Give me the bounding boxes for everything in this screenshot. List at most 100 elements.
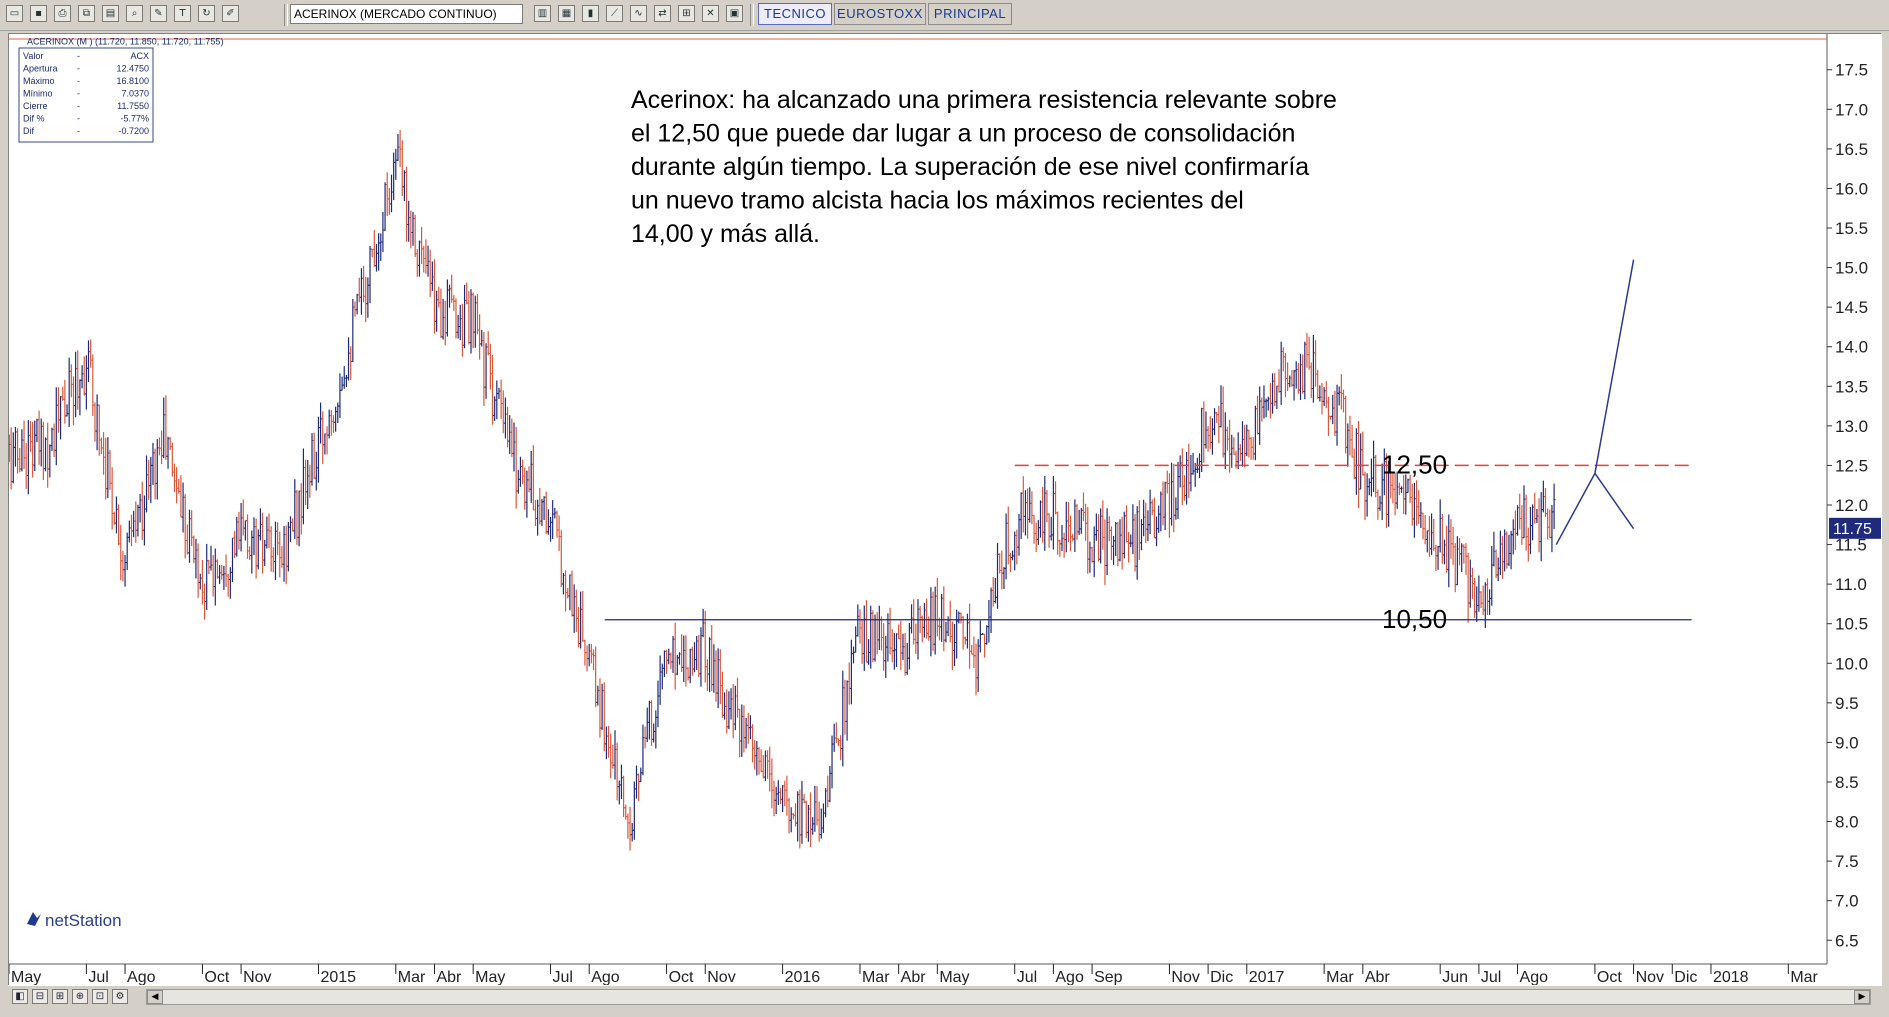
- info-row-value: -0.7200: [118, 126, 149, 136]
- bar-chart-icon[interactable]: ▮: [582, 5, 599, 22]
- zoom-fit-icon[interactable]: ⊡: [92, 989, 108, 1004]
- y-tick-label: 7.5: [1835, 852, 1859, 871]
- y-tick-label: 16.5: [1835, 140, 1868, 159]
- zoom-in-icon[interactable]: ⊞: [52, 989, 68, 1004]
- info-row-label: Dif: [23, 126, 34, 136]
- projection-line: [1555, 259, 1635, 545]
- info-row-label: Valor: [23, 51, 43, 61]
- brand-text: netStation: [45, 911, 122, 930]
- info-row-label: Dif %: [23, 114, 45, 124]
- x-tick-label: Mar: [1326, 969, 1354, 986]
- x-axis: May Jul Ago Oct Nov 2015 Mar Abr May Jul Ago Oct Nov…: [9, 964, 1819, 986]
- x-tick-label: Jul: [1017, 969, 1037, 986]
- indicator-icon[interactable]: ∿: [630, 5, 647, 22]
- annotation-line: durante algún tiempo. La superación de e…: [631, 153, 1309, 181]
- toolbar-separator: [284, 4, 288, 26]
- x-tick-label: Oct: [1597, 969, 1622, 986]
- info-row-label: Mínimo: [23, 89, 53, 99]
- info-row-value: -5.77%: [120, 114, 149, 124]
- x-tick-label: Jul: [88, 969, 108, 986]
- info-row-label: Máximo: [23, 76, 55, 86]
- window-icon[interactable]: ▣: [726, 5, 743, 22]
- annotation-line: Acerinox: ha alcanzado una primera resis…: [631, 86, 1337, 114]
- x-tick-label: Oct: [669, 969, 694, 986]
- support-label: 10,50: [1382, 604, 1447, 634]
- zoom-out-icon[interactable]: ◧: [12, 989, 28, 1004]
- info-row-dash: -: [77, 126, 80, 136]
- info-row-value: 7.0370: [121, 89, 149, 99]
- y-tick-label: 8.5: [1835, 773, 1859, 792]
- x-tick-label: 2018: [1713, 969, 1749, 986]
- info-row-dash: -: [77, 76, 80, 86]
- candlestick-icon[interactable]: ⊞: [678, 5, 695, 22]
- copy-icon[interactable]: ⧉: [78, 5, 95, 22]
- y-tick-label: 10.0: [1835, 654, 1868, 673]
- y-tick-label: 17.0: [1835, 100, 1868, 119]
- projection-pullback-line: [1594, 472, 1635, 530]
- tools-icon[interactable]: ✎: [150, 5, 167, 22]
- info-row-value: ACX: [130, 51, 149, 61]
- annotation-line: un nuevo tramo alcista hacia los máximos…: [631, 187, 1244, 215]
- resistance-label: 12,50: [1382, 449, 1447, 479]
- symbol-field[interactable]: ACERINOX (MERCADO CONTINUO): [290, 4, 523, 24]
- x-tick-label: May: [939, 969, 969, 986]
- table-icon[interactable]: ▦: [558, 5, 575, 22]
- font-icon[interactable]: T: [174, 5, 191, 22]
- y-tick-label: 7.0: [1835, 892, 1859, 911]
- toolbar-separator: [750, 4, 754, 26]
- y-tick-label: 15.0: [1835, 259, 1868, 278]
- compare-icon[interactable]: ⇄: [654, 5, 671, 22]
- paste-icon[interactable]: ▤: [102, 5, 119, 22]
- y-tick-label: 9.0: [1835, 733, 1859, 752]
- chart-type-icon[interactable]: ▥: [534, 5, 551, 22]
- y-tick-label: 10.5: [1835, 615, 1868, 634]
- x-tick-label: May: [11, 969, 41, 986]
- info-table: Valor - ACX Apertura - 12.4750 Máximo - 16.8100 M…: [18, 47, 154, 143]
- x-tick-label: Nov: [1636, 969, 1664, 986]
- x-tick-label: Jul: [1481, 969, 1501, 986]
- search-icon[interactable]: ⌕: [126, 5, 143, 22]
- x-tick-label: Jun: [1442, 969, 1468, 986]
- tab-principal[interactable]: PRINCIPAL: [928, 3, 1012, 25]
- close-icon[interactable]: ✕: [702, 5, 719, 22]
- y-tick-label: 15.5: [1835, 219, 1868, 238]
- y-tick-label: 14.0: [1835, 338, 1868, 357]
- x-tick-label: Ago: [127, 969, 156, 986]
- info-row-label: Apertura: [23, 64, 58, 74]
- info-row-dash: -: [77, 51, 80, 61]
- refresh-icon[interactable]: ↻: [198, 5, 215, 22]
- x-tick-label: Nov: [243, 969, 271, 986]
- x-tick-label: Ago: [1520, 969, 1549, 986]
- x-tick-label: Mar: [398, 969, 426, 986]
- annotation-line: 14,00 y más allá.: [631, 220, 820, 248]
- open-icon[interactable]: ▭: [6, 5, 23, 22]
- horizontal-scrollbar[interactable]: ◀ ▶: [146, 989, 1871, 1005]
- settings-icon[interactable]: ⚙: [112, 989, 128, 1004]
- y-tick-label: 12.0: [1835, 496, 1868, 515]
- x-tick-label: Dic: [1674, 969, 1697, 986]
- period-icon[interactable]: ⊟: [32, 989, 48, 1004]
- zoom-icon[interactable]: ⊕: [72, 989, 88, 1004]
- print-icon[interactable]: ⎙: [54, 5, 71, 22]
- edit-icon[interactable]: ✐: [222, 5, 239, 22]
- x-tick-label: Sep: [1094, 969, 1123, 986]
- netstation-logo: netStation: [27, 911, 122, 930]
- y-tick-label: 13.5: [1835, 377, 1868, 396]
- x-tick-label: 2016: [785, 969, 821, 986]
- x-tick-label: Nov: [707, 969, 735, 986]
- bottom-bar: ◧ ⊟ ⊞ ⊕ ⊡ ⚙ ◀ ▶: [8, 985, 1881, 1008]
- tab-eurostoxx[interactable]: EUROSTOXX: [834, 3, 926, 25]
- scroll-left-icon[interactable]: ◀: [147, 990, 163, 1004]
- scroll-right-icon[interactable]: ▶: [1854, 990, 1870, 1004]
- info-row-dash: -: [77, 89, 80, 99]
- info-row-dash: -: [77, 101, 80, 111]
- x-tick-label: Ago: [591, 969, 620, 986]
- tab-tecnico[interactable]: TECNICO: [758, 3, 832, 25]
- chart-panel[interactable]: 12,50 10,50 17.5 17.0 16.5 16.0 15.5 15.0 14.5 1…: [8, 33, 1882, 993]
- save-icon[interactable]: ▪: [30, 5, 47, 22]
- line-chart-icon[interactable]: ⟋: [606, 5, 623, 22]
- current-price-label: 11.75: [1833, 521, 1872, 538]
- price-chart[interactable]: 12,50 10,50 17.5 17.0 16.5 16.0 15.5 15.0 14.5 1…: [9, 34, 1882, 986]
- info-row-value: 12.4750: [116, 64, 149, 74]
- netstation-logo-icon: [27, 912, 41, 926]
